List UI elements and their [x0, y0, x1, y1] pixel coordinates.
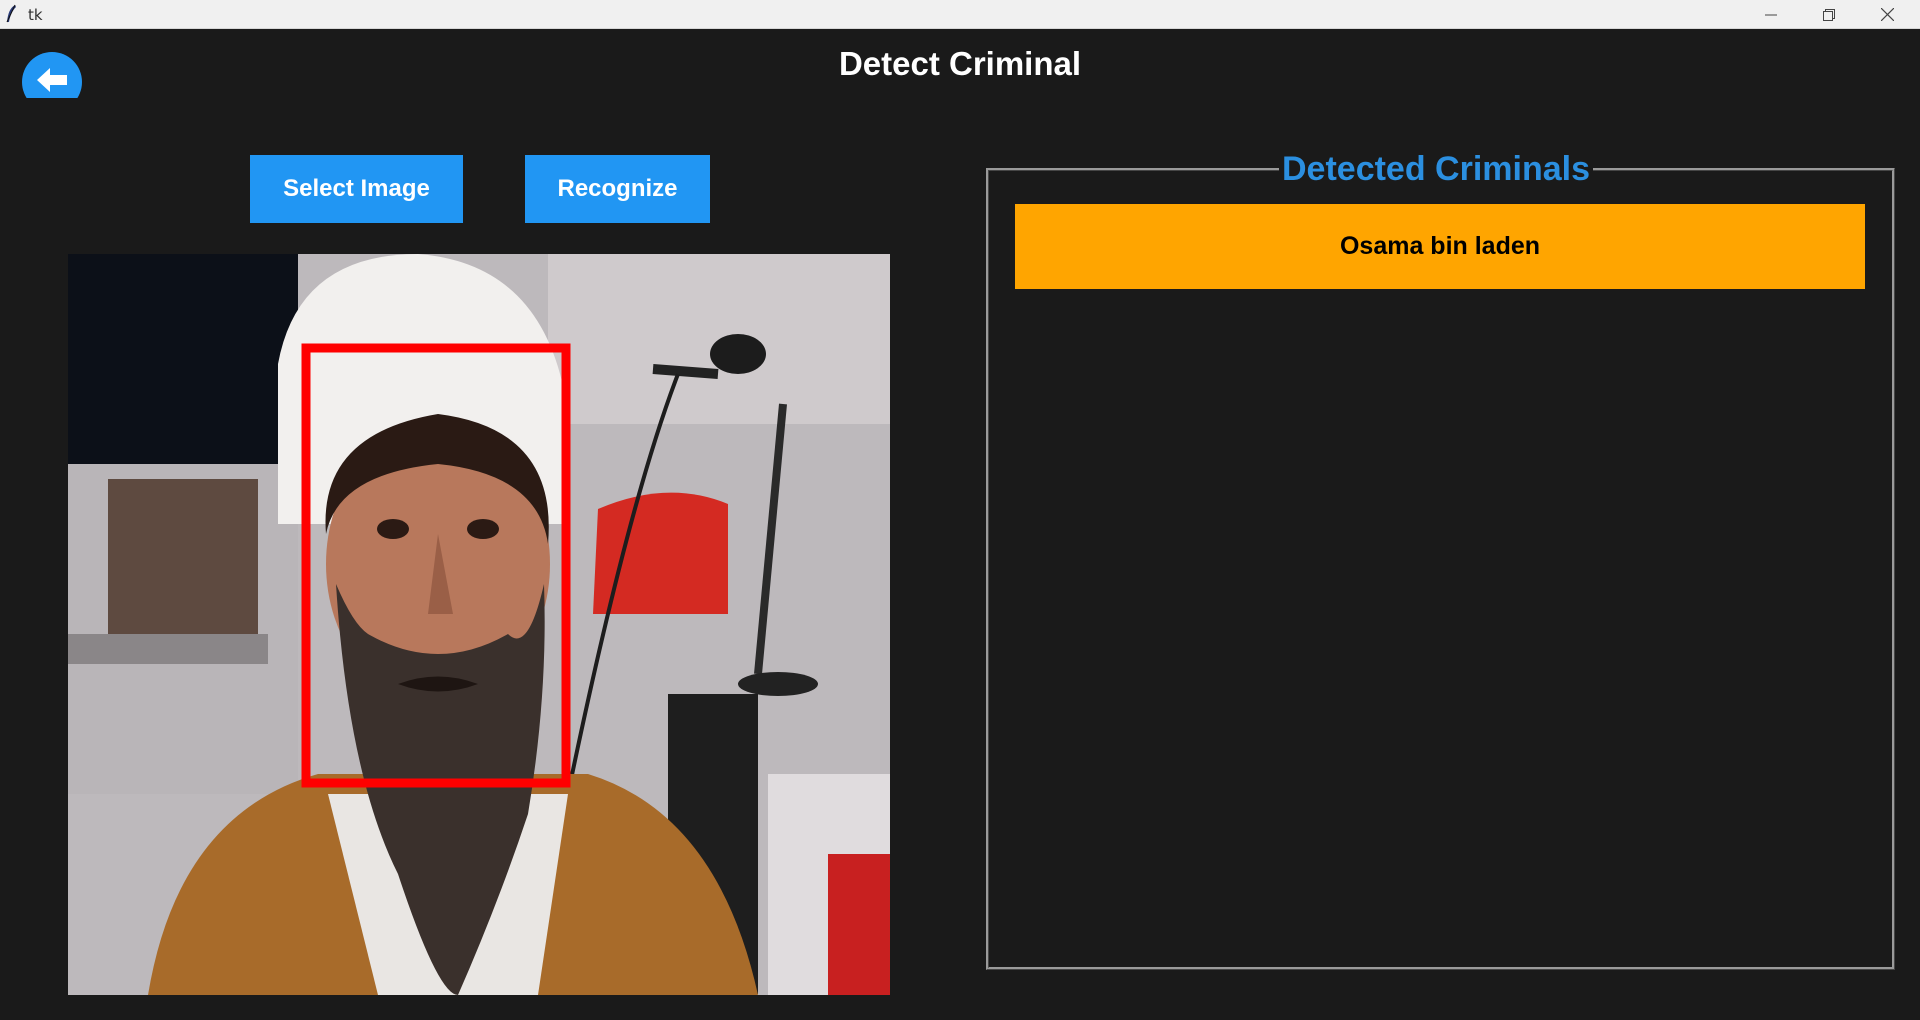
criminal-list-item[interactable]: Osama bin laden: [1015, 204, 1865, 289]
select-image-button[interactable]: Select Image: [250, 155, 463, 223]
selected-photo: [68, 254, 890, 995]
minimize-icon: [1765, 14, 1777, 15]
restore-icon: [1823, 8, 1835, 21]
recognize-button[interactable]: Recognize: [525, 155, 710, 223]
window-titlebar: tk: [0, 0, 1920, 29]
restore-button[interactable]: [1800, 0, 1858, 29]
photo-illustration: [68, 254, 890, 995]
minimize-button[interactable]: [1742, 0, 1800, 29]
close-icon: [1880, 8, 1894, 21]
close-button[interactable]: [1858, 0, 1916, 29]
page-title: Detect Criminal: [838, 45, 1082, 82]
app-window: Detect Criminal Select Image Recognize D…: [0, 30, 1920, 1020]
detected-criminals-title: Detected Criminals: [1279, 148, 1593, 190]
feather-app-icon: [6, 4, 16, 23]
window-title: tk: [28, 6, 43, 24]
